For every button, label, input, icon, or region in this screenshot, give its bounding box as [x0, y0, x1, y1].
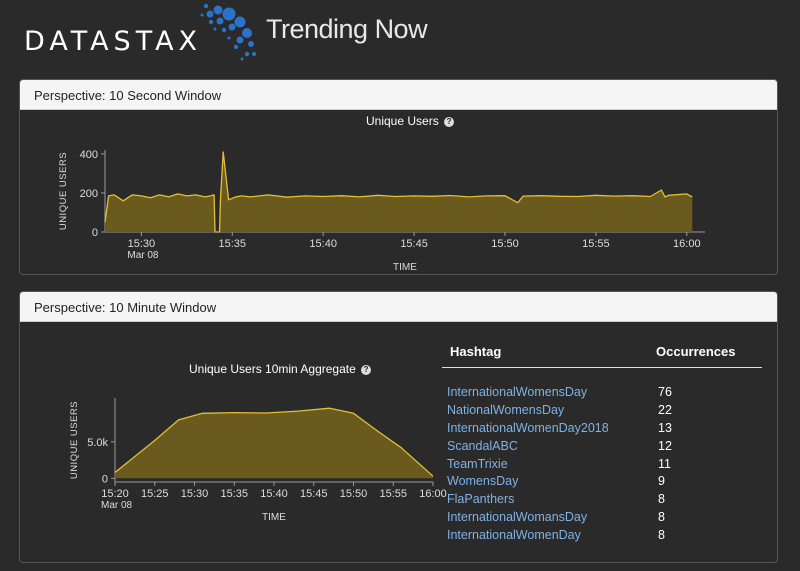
table-row: ScandalABC 12 [442, 437, 762, 455]
page-title: Trending Now [266, 14, 428, 44]
table-header: Hashtag Occurrences [442, 342, 762, 368]
occurrence-count: 8 [658, 528, 665, 543]
panel-heading: Perspective: 10 Second Window [20, 80, 777, 110]
occurrence-count: 9 [658, 474, 665, 489]
occurrence-count: 11 [658, 456, 671, 471]
panel-10-second-window: Perspective: 10 Second Window [19, 79, 778, 275]
table-row: InternationalWomenDay2018 13 [442, 419, 762, 437]
hashtag-link[interactable]: InternationalWomenDay2018 [442, 421, 656, 435]
table-row: InternationalWomansDay 8 [442, 508, 762, 526]
occurrence-count: 12 [658, 438, 672, 453]
panel-heading: Perspective: 10 Minute Window [20, 292, 777, 322]
column-header-occurrences[interactable]: Occurrences [656, 342, 736, 367]
table-row: InternationalWomensDay 76 [442, 383, 762, 401]
occurrence-count: 22 [658, 402, 672, 417]
help-icon[interactable]: ? [361, 365, 372, 375]
hashtag-link[interactable]: InternationalWomansDay [442, 510, 656, 524]
app-header: DATASTAX Trending Now [0, 0, 800, 74]
table-row: TeamTrixie 11 [442, 455, 762, 473]
chart-title-unique-users: Unique Users ? [366, 114, 455, 128]
hashtag-table: Hashtag Occurrences InternationalWomensD… [442, 342, 762, 544]
table-row: FlaPanthers 8 [442, 490, 762, 508]
occurrence-count: 76 [658, 384, 672, 399]
table-row: NationalWomensDay 22 [442, 401, 762, 419]
chart-title-aggregate: Unique Users 10min Aggregate ? [189, 362, 372, 376]
hashtag-link[interactable]: InternationalWomensDay [442, 385, 656, 399]
table-body: InternationalWomensDay 76 NationalWomensDa… [442, 383, 762, 544]
table-row: InternationalWomenDay 8 [442, 526, 762, 544]
occurrence-count: 13 [658, 420, 672, 435]
occurrence-count: 8 [658, 492, 665, 507]
logo-dots-icon [200, 3, 256, 61]
hashtag-link[interactable]: ScandalABC [442, 439, 656, 453]
chart-title-text: Unique Users [366, 114, 439, 128]
datastax-logo: DATASTAX [24, 26, 203, 57]
hashtag-link[interactable]: TeamTrixie [442, 457, 656, 471]
hashtag-link[interactable]: WomensDay [442, 474, 656, 488]
hashtag-link[interactable]: FlaPanthers [442, 492, 656, 506]
table-row: WomensDay 9 [442, 472, 762, 490]
chart-title-text: Unique Users 10min Aggregate [189, 362, 356, 376]
hashtag-link[interactable]: NationalWomensDay [442, 403, 656, 417]
occurrence-count: 8 [658, 510, 665, 525]
hashtag-link[interactable]: InternationalWomenDay [442, 528, 656, 542]
help-icon[interactable]: ? [444, 117, 455, 127]
column-header-hashtag[interactable]: Hashtag [442, 342, 656, 367]
